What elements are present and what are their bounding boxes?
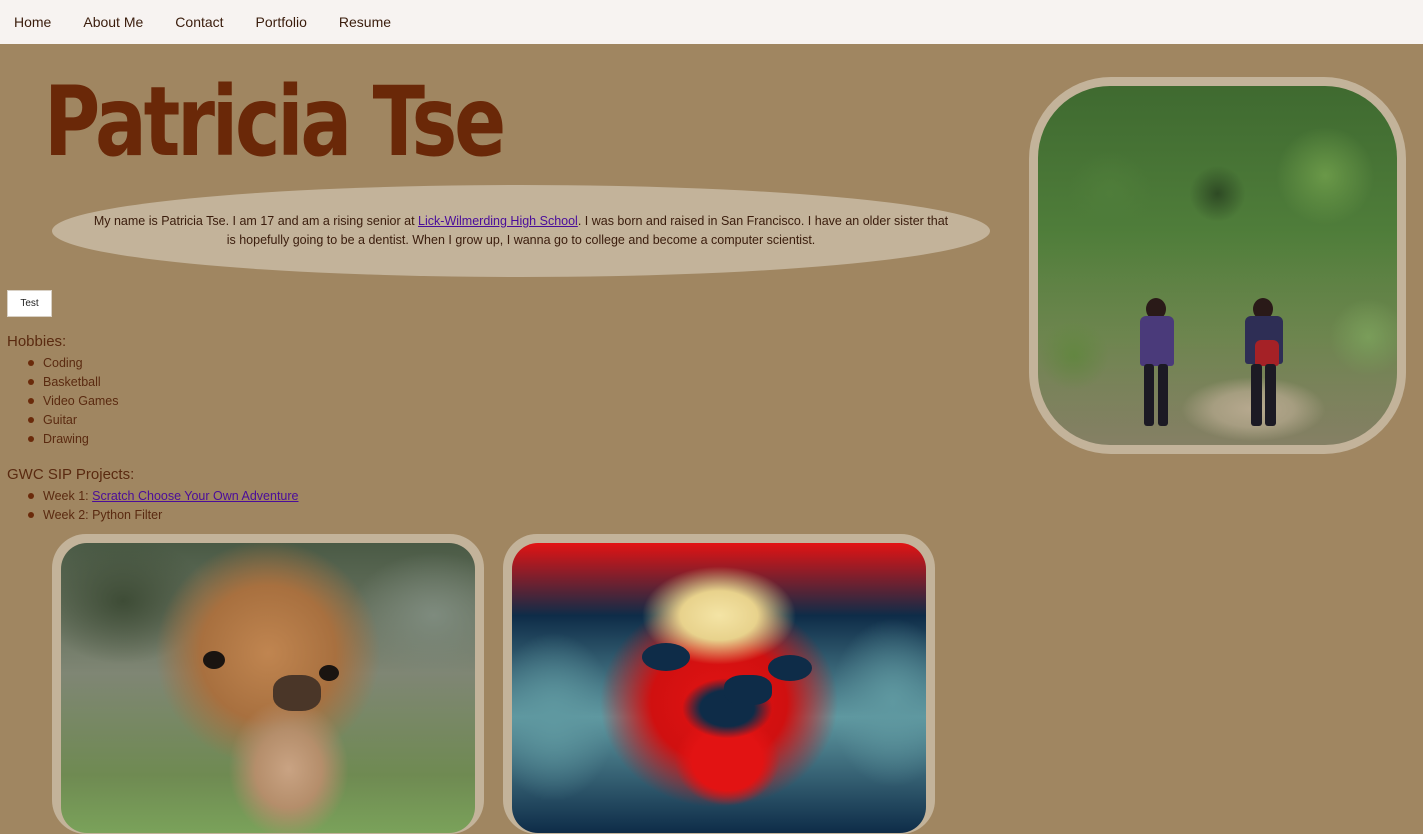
profile-photo-frame (1029, 77, 1406, 454)
test-button[interactable]: Test (7, 290, 52, 317)
alpaca-eye-right (319, 665, 339, 681)
intro-text-before: My name is Patricia Tse. I am 17 and am … (93, 214, 419, 228)
nav-contact-link[interactable]: Contact (175, 14, 223, 30)
alpaca-original-photo (61, 543, 475, 833)
nav-home-link[interactable]: Home (14, 14, 51, 30)
list-item: Week 2: Python Filter (28, 506, 299, 525)
alpaca-filtered-photo (512, 543, 926, 833)
projects-heading: GWC SIP Projects: (7, 466, 135, 483)
list-item: Week 1: Scratch Choose Your Own Adventur… (28, 487, 299, 506)
list-item: Drawing (28, 430, 119, 449)
nav-resume-link[interactable]: Resume (339, 14, 391, 30)
alpaca-eye-left (203, 651, 225, 669)
alpaca-nose (724, 675, 772, 705)
intro-bubble: My name is Patricia Tse. I am 17 and am … (52, 185, 990, 277)
list-item: Video Games (28, 392, 119, 411)
projects-list: Week 1: Scratch Choose Your Own Adventur… (28, 487, 299, 525)
nav-portfolio-link[interactable]: Portfolio (256, 14, 307, 30)
scratch-project-link[interactable]: Scratch Choose Your Own Adventure (92, 489, 298, 503)
alpaca-nose (273, 675, 321, 711)
list-item: Coding (28, 354, 119, 373)
list-item: Guitar (28, 411, 119, 430)
alpaca-eye-right (768, 655, 812, 681)
list-item: Basketball (28, 373, 119, 392)
alpaca-eye-left (642, 643, 690, 671)
alpaca-original-photo-frame (52, 534, 484, 834)
nav-about-me-link[interactable]: About Me (83, 14, 143, 30)
alpaca-filtered-photo-frame (503, 534, 935, 834)
project-week-label: Week 1: (43, 489, 93, 503)
hobbies-list: Coding Basketball Video Games Guitar Dra… (28, 354, 119, 449)
hobbies-heading: Hobbies: (7, 333, 67, 350)
project-week-label: Week 2: Python Filter (43, 508, 163, 522)
page-title: Patricia Tse (44, 66, 506, 178)
forest-trail-photo (1038, 86, 1397, 445)
school-link[interactable]: Lick-Wilmerding High School (418, 214, 578, 228)
top-navbar: Home About Me Contact Portfolio Resume (0, 0, 1423, 44)
